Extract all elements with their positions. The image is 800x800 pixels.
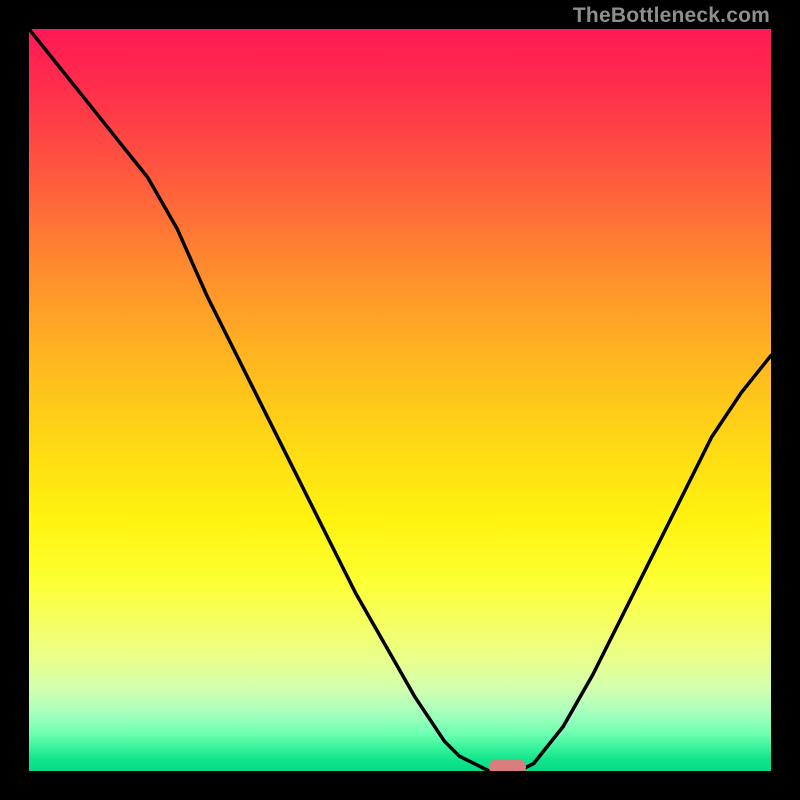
watermark-text: TheBottleneck.com: [573, 4, 770, 28]
plot-area: [29, 29, 771, 771]
gradient-background: [29, 29, 771, 771]
chart-frame: TheBottleneck.com: [0, 0, 800, 800]
optimal-marker: [489, 759, 526, 771]
